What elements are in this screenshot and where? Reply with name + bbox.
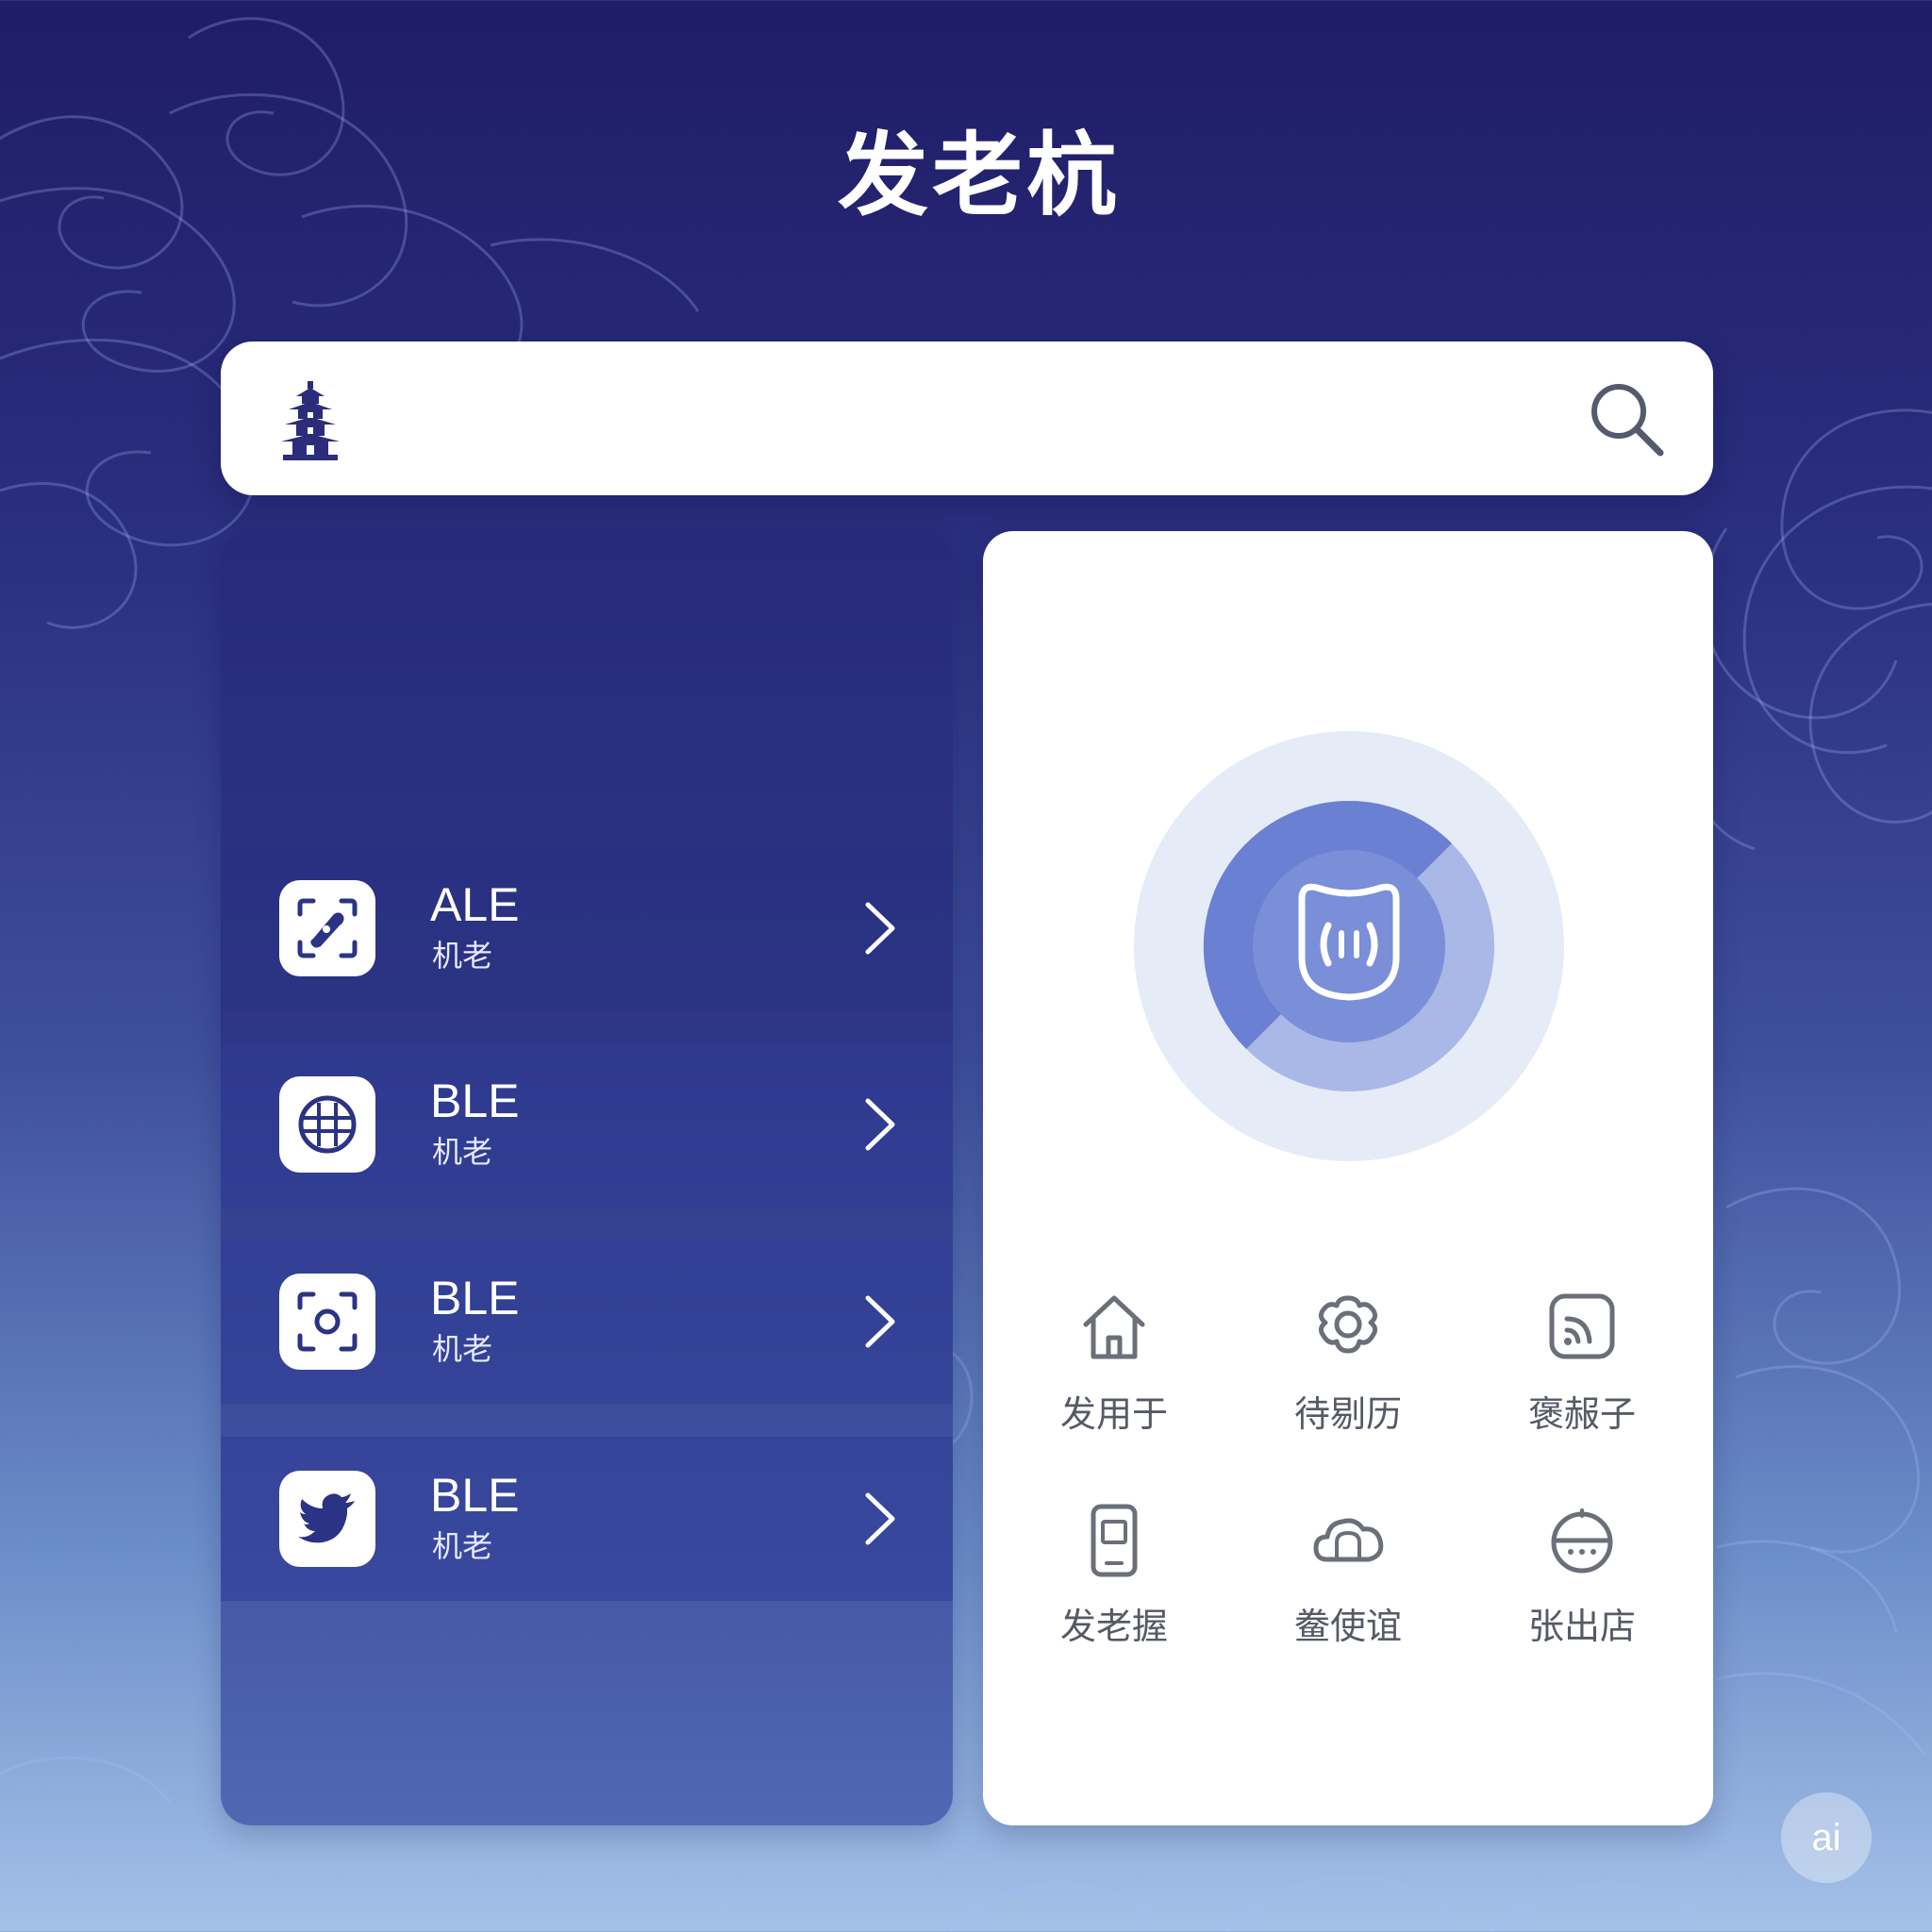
rss-icon bbox=[1549, 1293, 1615, 1359]
list-item-title: ALE bbox=[430, 878, 520, 931]
list-item[interactable]: BLE 机老 bbox=[221, 1240, 953, 1404]
scan-icon bbox=[279, 880, 375, 976]
feature-label: 褒赧子 bbox=[1527, 1393, 1636, 1435]
pagoda-icon bbox=[281, 381, 340, 460]
list-item[interactable]: BLE 机老 bbox=[221, 1042, 953, 1207]
list-item-title: BLE bbox=[430, 1469, 520, 1522]
broadcast-icon[interactable] bbox=[1134, 731, 1564, 1161]
feature-item[interactable]: 发用于 bbox=[1001, 1291, 1227, 1479]
list-item[interactable]: BLE 机老 bbox=[221, 1437, 953, 1601]
feature-label: 待剔历 bbox=[1293, 1393, 1402, 1435]
list-item-subtitle: 机老 bbox=[432, 1331, 493, 1367]
feature-label: 发用于 bbox=[1059, 1393, 1168, 1435]
list-item[interactable]: ALE 机老 bbox=[221, 846, 953, 1010]
gear-icon bbox=[1318, 1295, 1378, 1354]
grid-globe-icon bbox=[279, 1076, 375, 1173]
feature-item[interactable]: 发老握 bbox=[1001, 1503, 1227, 1691]
chevron-right-icon[interactable] bbox=[860, 1294, 898, 1349]
feature-item[interactable]: 褒赧子 bbox=[1469, 1291, 1695, 1479]
feature-label: 鲞使谊 bbox=[1293, 1606, 1402, 1647]
chevron-right-icon[interactable] bbox=[860, 901, 898, 956]
feature-item[interactable]: 鲞使谊 bbox=[1235, 1503, 1461, 1691]
ai-badge[interactable]: ai bbox=[1781, 1792, 1872, 1883]
list-item-subtitle: 机老 bbox=[432, 1134, 493, 1170]
home-icon bbox=[1083, 1295, 1145, 1359]
bird-icon bbox=[279, 1471, 375, 1567]
device-list-panel: ALE 机老 BLE 机老 BLE 机老 BLE 机老 bbox=[221, 531, 953, 1825]
list-item-title: BLE bbox=[430, 1272, 520, 1324]
camera-focus-icon bbox=[279, 1274, 375, 1370]
feature-item[interactable]: 张出店 bbox=[1469, 1503, 1695, 1691]
feature-label: 发老握 bbox=[1059, 1606, 1168, 1647]
list-item-subtitle: 机老 bbox=[432, 1528, 493, 1564]
feature-panel: 发用于 待剔历 褒赧子 发老握 鲞使谊 张出店 bbox=[983, 531, 1713, 1825]
phone-icon bbox=[1091, 1504, 1138, 1577]
feature-item[interactable]: 待剔历 bbox=[1235, 1291, 1461, 1479]
search-input[interactable] bbox=[381, 370, 1479, 466]
list-item-subtitle: 机老 bbox=[432, 938, 493, 974]
chevron-right-icon[interactable] bbox=[860, 1097, 898, 1152]
feature-label: 张出店 bbox=[1527, 1606, 1636, 1647]
list-item-title: BLE bbox=[430, 1074, 520, 1127]
chevron-right-icon[interactable] bbox=[860, 1491, 898, 1546]
search-bar[interactable] bbox=[221, 341, 1713, 495]
dome-icon bbox=[1551, 1508, 1613, 1574]
search-icon[interactable] bbox=[1587, 379, 1666, 458]
page-title: 发老杭 bbox=[838, 123, 1121, 228]
cloud-icon bbox=[1313, 1518, 1384, 1562]
